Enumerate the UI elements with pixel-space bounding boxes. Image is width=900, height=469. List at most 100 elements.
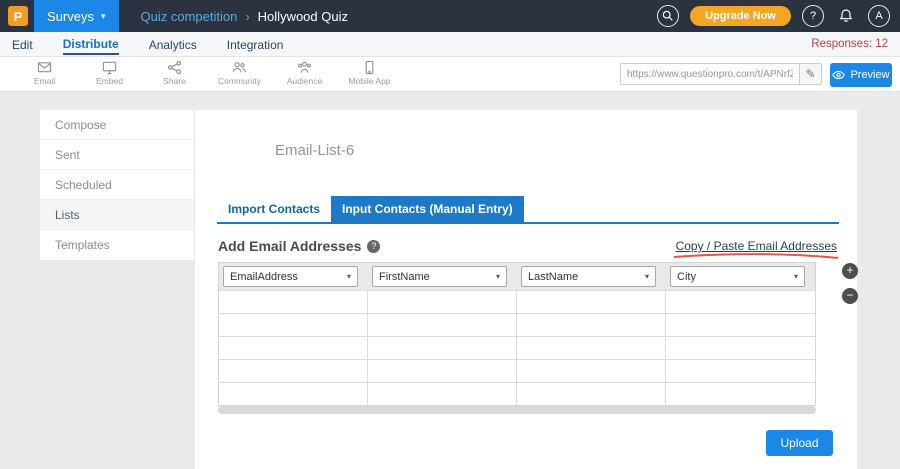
tab-integration[interactable]: Integration	[227, 34, 284, 54]
contact-cell[interactable]	[666, 336, 815, 359]
preview-button[interactable]: Preview	[830, 63, 892, 87]
email-icon	[37, 60, 52, 75]
contact-cell[interactable]	[666, 290, 815, 313]
notifications-button[interactable]	[835, 5, 857, 27]
pencil-icon: ✎	[805, 67, 815, 81]
channel-embed[interactable]: Embed	[77, 60, 142, 86]
upgrade-now-button[interactable]: Upgrade Now	[690, 6, 791, 26]
column-select-lastname[interactable]: LastName ▾	[521, 266, 656, 287]
chevron-down-icon: ▾	[645, 272, 649, 281]
tab-distribute[interactable]: Distribute	[63, 33, 119, 55]
email-sidebar: Compose Sent Scheduled Lists Templates	[40, 110, 195, 260]
sidebar-item-scheduled[interactable]: Scheduled	[40, 170, 194, 200]
contact-cell[interactable]	[517, 313, 666, 336]
contact-cell[interactable]	[517, 336, 666, 359]
contact-row	[219, 290, 815, 313]
contact-cell[interactable]	[219, 359, 368, 382]
channel-community[interactable]: Community	[207, 60, 272, 86]
column-select-value: City	[677, 271, 696, 283]
contact-row	[219, 359, 815, 382]
channel-label: Embed	[96, 76, 123, 86]
channel-share[interactable]: Share	[142, 60, 207, 86]
contact-cell[interactable]	[666, 313, 815, 336]
tab-input-contacts-manual[interactable]: Input Contacts (Manual Entry)	[331, 196, 524, 222]
contact-cell[interactable]	[219, 336, 368, 359]
help-button[interactable]: ?	[802, 5, 824, 27]
eye-icon	[832, 70, 845, 80]
surveys-menu-button[interactable]: Surveys ▾	[34, 0, 119, 32]
contact-cell[interactable]	[666, 359, 815, 382]
embed-icon	[102, 60, 117, 75]
edit-url-button[interactable]: ✎	[800, 63, 822, 85]
contact-cell[interactable]	[666, 382, 815, 405]
contact-cell[interactable]	[517, 382, 666, 405]
questionpro-logo[interactable]: P	[8, 6, 28, 26]
column-select-value: EmailAddress	[230, 271, 298, 283]
contact-cell[interactable]	[368, 290, 517, 313]
contact-cell[interactable]	[368, 382, 517, 405]
contact-cell[interactable]	[219, 382, 368, 405]
channel-audience[interactable]: Audience	[272, 60, 337, 86]
contact-cell[interactable]	[368, 336, 517, 359]
contact-cell[interactable]	[368, 313, 517, 336]
tab-analytics[interactable]: Analytics	[149, 34, 197, 54]
survey-url-input[interactable]	[620, 63, 800, 85]
contact-cell[interactable]	[517, 359, 666, 382]
horizontal-scrollbar[interactable]	[218, 406, 816, 414]
breadcrumb-current: Hollywood Quiz	[258, 9, 348, 24]
channel-email[interactable]: Email	[12, 60, 77, 86]
contact-cell[interactable]	[219, 290, 368, 313]
lists-panel: Email-List-6 Import Contacts Input Conta…	[195, 110, 857, 469]
remove-row-button[interactable]: −	[842, 288, 858, 304]
breadcrumb-survey-link[interactable]: Quiz competition	[141, 9, 238, 24]
copy-paste-email-link[interactable]: Copy / Paste Email Addresses	[676, 239, 837, 253]
surveys-label: Surveys	[47, 9, 94, 24]
channel-label: Share	[163, 76, 186, 86]
contact-row	[219, 313, 815, 336]
channel-mobile-app[interactable]: Mobile App	[337, 60, 402, 86]
column-select-value: LastName	[528, 271, 578, 283]
mobile-app-icon	[362, 60, 377, 75]
share-icon	[167, 60, 182, 75]
sidebar-item-lists[interactable]: Lists	[40, 200, 194, 230]
email-list-title: Email-List-6	[275, 142, 354, 159]
add-row-button[interactable]: +	[842, 263, 858, 279]
sidebar-item-sent[interactable]: Sent	[40, 140, 194, 170]
section-title: Add Email Addresses	[218, 238, 361, 254]
channel-label: Community	[218, 76, 261, 86]
contact-cell[interactable]	[368, 359, 517, 382]
topbar: P Surveys ▾ Quiz competition › Hollywood…	[0, 0, 900, 32]
help-icon[interactable]: ?	[367, 240, 380, 253]
chevron-down-icon: ▾	[496, 272, 500, 281]
contact-cell[interactable]	[219, 313, 368, 336]
contact-row	[219, 382, 815, 405]
survey-nav: Edit Distribute Analytics Integration Re…	[0, 32, 900, 57]
contacts-table-header: EmailAddress ▾ FirstName ▾ LastName ▾ Ci…	[219, 263, 815, 290]
avatar[interactable]: A	[868, 5, 890, 27]
community-icon	[232, 60, 247, 75]
breadcrumb: Quiz competition › Hollywood Quiz	[141, 9, 349, 24]
chevron-down-icon: ▾	[347, 272, 351, 281]
topbar-actions: Upgrade Now ? A	[657, 5, 890, 27]
tab-import-contacts[interactable]: Import Contacts	[217, 196, 331, 222]
search-icon	[661, 9, 675, 23]
contact-row	[219, 336, 815, 359]
questionpro-app: P Surveys ▾ Quiz competition › Hollywood…	[0, 0, 900, 469]
channel-label: Email	[34, 76, 55, 86]
bell-icon	[838, 8, 854, 24]
breadcrumb-separator: ›	[245, 9, 249, 24]
column-select-email[interactable]: EmailAddress ▾	[223, 266, 358, 287]
contact-cell[interactable]	[517, 290, 666, 313]
column-select-city[interactable]: City ▾	[670, 266, 805, 287]
sidebar-item-templates[interactable]: Templates	[40, 230, 194, 260]
column-select-firstname[interactable]: FirstName ▾	[372, 266, 507, 287]
channel-label: Mobile App	[348, 76, 390, 86]
search-button[interactable]	[657, 5, 679, 27]
sidebar-item-compose[interactable]: Compose	[40, 110, 194, 140]
contacts-table: EmailAddress ▾ FirstName ▾ LastName ▾ Ci…	[218, 262, 816, 406]
responses-count[interactable]: Responses: 12	[811, 38, 888, 50]
audience-icon	[297, 60, 312, 75]
tab-edit[interactable]: Edit	[12, 34, 33, 54]
upload-button[interactable]: Upload	[766, 430, 833, 456]
column-select-value: FirstName	[379, 271, 430, 283]
